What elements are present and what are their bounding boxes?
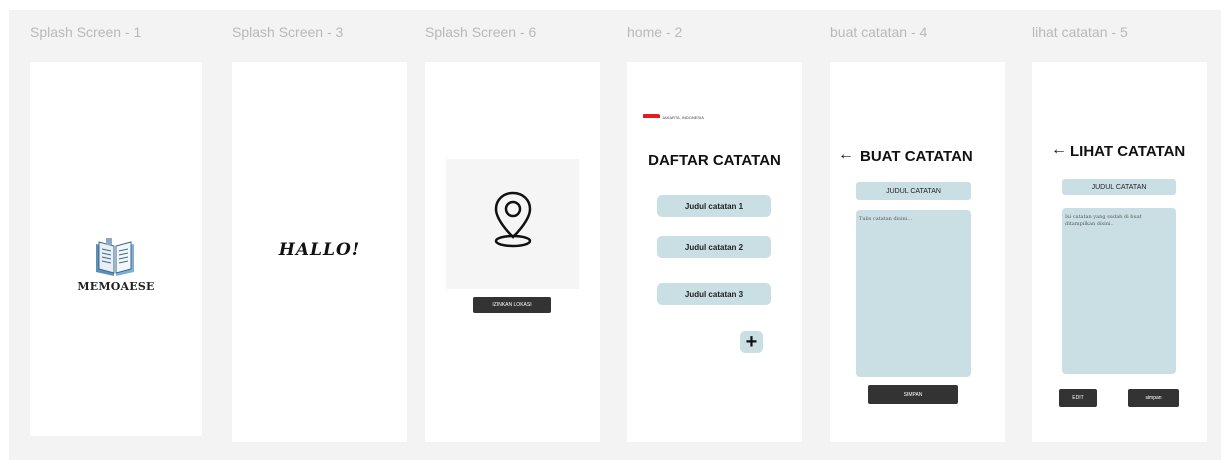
frame-splash-1[interactable]: MEMOAESE [30, 62, 202, 436]
frame-splash-6[interactable]: IZINKAN LOKASI [425, 62, 600, 442]
save-button[interactable]: SIMPAN [868, 385, 958, 404]
note-title-display: JUDUL CATATAN [1062, 179, 1176, 195]
frame-lihat-catatan[interactable]: ← LIHAT CATATAN JUDUL CATATAN Isi catata… [1032, 62, 1207, 442]
frame-splash-3[interactable]: HALLO! [232, 62, 407, 442]
frame-title-splash-6[interactable]: Splash Screen - 6 [425, 24, 536, 40]
page-title: LIHAT CATATAN [1070, 143, 1186, 160]
edit-button[interactable]: EDIT [1059, 389, 1097, 407]
frame-title-splash-3[interactable]: Splash Screen - 3 [232, 24, 343, 40]
frame-home[interactable]: JAKARTA, INDONESIA DAFTAR CATATAN Judul … [627, 62, 802, 442]
note-body-input[interactable]: Tulis catatan disini... [856, 210, 971, 377]
back-arrow-icon[interactable]: ← [838, 146, 854, 164]
note-item-2[interactable]: Judul catatan 2 [657, 236, 771, 258]
frame-title-home[interactable]: home - 2 [627, 24, 682, 40]
allow-location-button[interactable]: IZINKAN LOKASI [473, 297, 551, 313]
location-label: JAKARTA, INDONESIA [662, 115, 704, 120]
frame-title-buat-catatan[interactable]: buat catatan - 4 [830, 24, 927, 40]
frame-buat-catatan[interactable]: ← BUAT CATATAN JUDUL CATATAN Tulis catat… [830, 62, 1005, 442]
page-title: DAFTAR CATATAN [648, 152, 781, 169]
book-icon [96, 238, 134, 276]
add-note-button[interactable]: + [740, 331, 763, 353]
frame-title-splash-1[interactable]: Splash Screen - 1 [30, 24, 141, 40]
greeting-text: HALLO! [278, 240, 361, 260]
note-title-input[interactable]: JUDUL CATATAN [856, 182, 971, 200]
location-illustration [446, 159, 579, 289]
page-title: BUAT CATATAN [860, 148, 973, 165]
frame-title-lihat-catatan[interactable]: lihat catatan - 5 [1032, 24, 1128, 40]
note-body-display: Isi catatan yang sudah di buat ditampilk… [1062, 208, 1176, 374]
location-pin-icon [494, 191, 532, 248]
note-item-1[interactable]: Judul catatan 1 [657, 195, 771, 217]
app-logo-text: MEMOAESE [77, 280, 155, 293]
back-arrow-icon[interactable]: ← [1051, 141, 1067, 159]
note-item-3[interactable]: Judul catatan 3 [657, 283, 771, 305]
save-button[interactable]: simpan [1128, 389, 1179, 407]
indonesia-flag-icon [643, 114, 660, 121]
